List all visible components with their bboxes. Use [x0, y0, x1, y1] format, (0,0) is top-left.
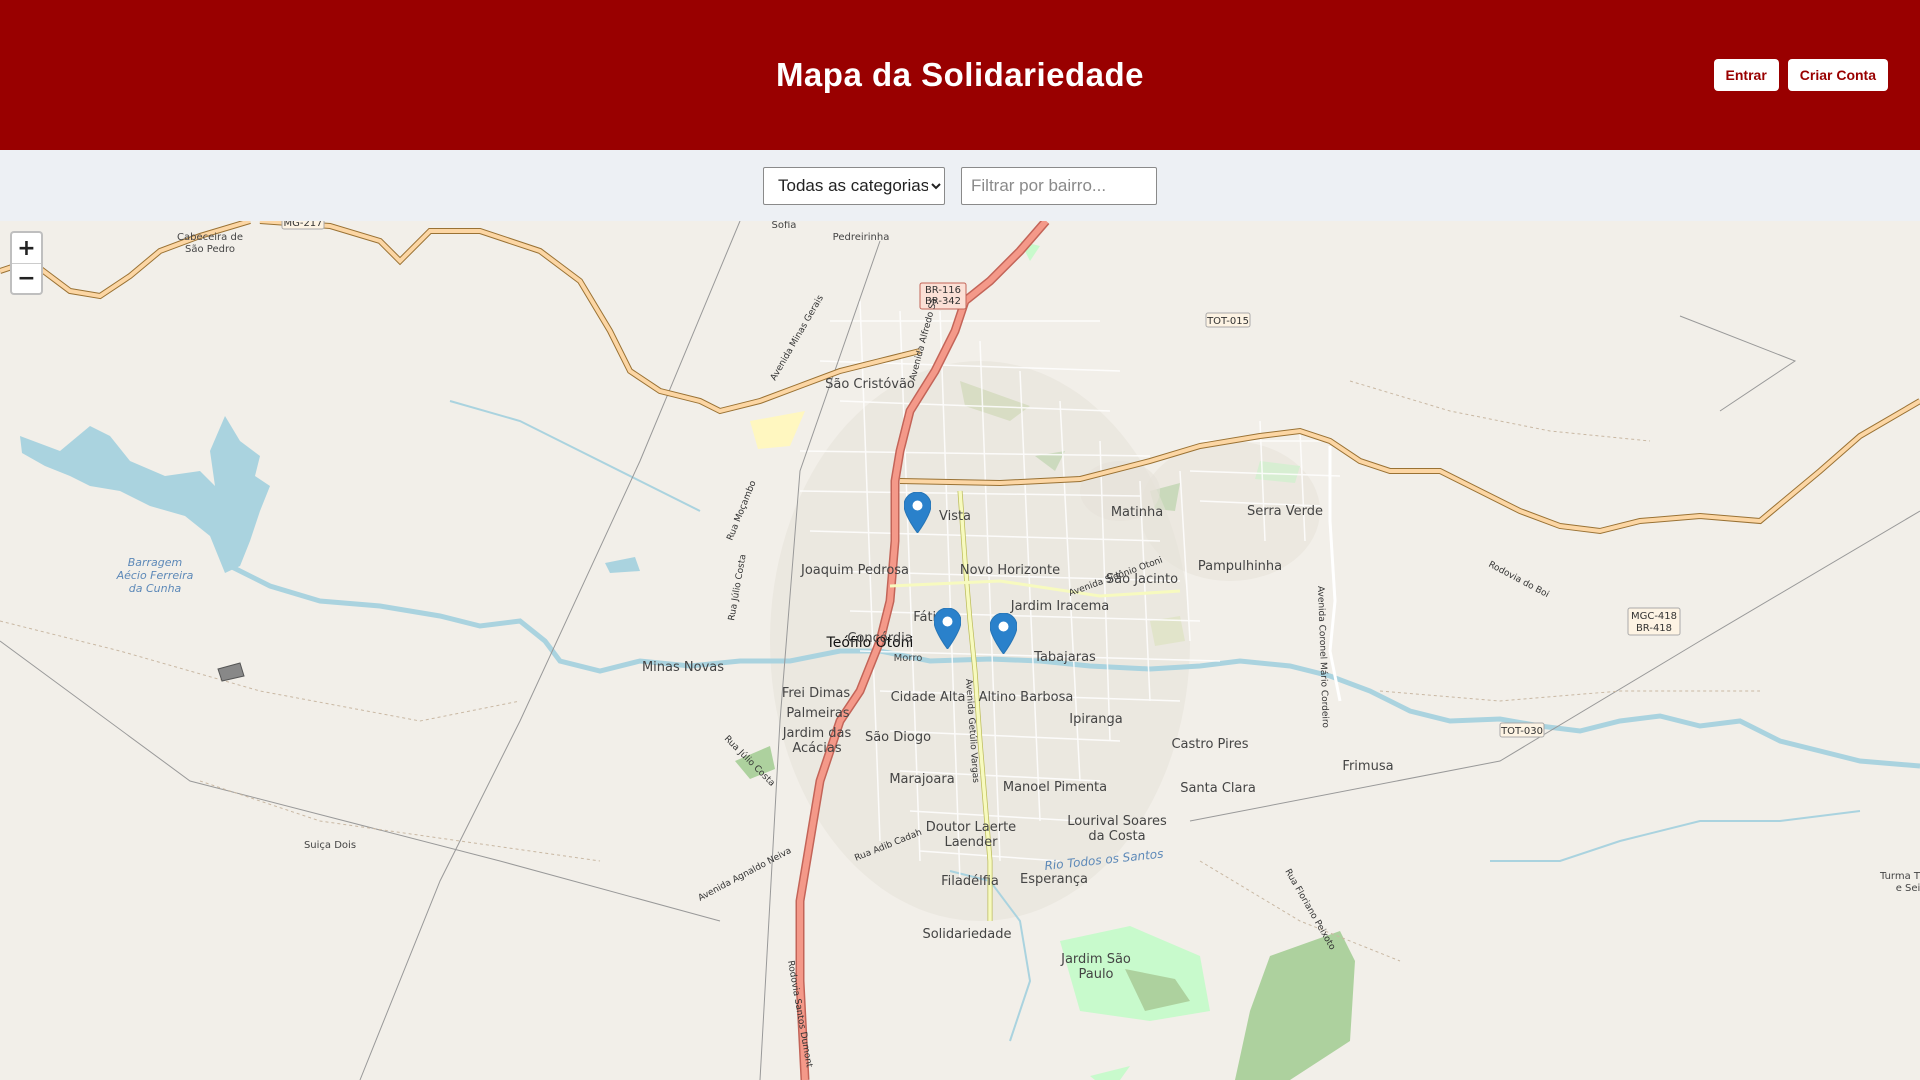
- label-pampulhinha: Pampulhinha: [1198, 559, 1282, 574]
- auth-buttons: Entrar Criar Conta: [1713, 59, 1888, 91]
- label-jardim-sao-paulo-1: Jardim São: [1060, 952, 1131, 967]
- shield-mgc418: MGC-418: [1631, 611, 1677, 622]
- label-pedreirinha: Pedreirinha: [833, 232, 890, 243]
- stream-3: [1490, 810, 1861, 862]
- label-rodovia-do-boi: Rodovia do Boi: [1487, 560, 1551, 600]
- label-cabeceira-2: São Pedro: [185, 244, 235, 255]
- label-minas-novas: Minas Novas: [642, 660, 724, 675]
- label-frimusa: Frimusa: [1342, 759, 1393, 774]
- label-sofia: Sofia: [772, 221, 797, 231]
- label-jardim-sao-paulo-2: Paulo: [1078, 967, 1113, 982]
- map-marker-3[interactable]: [990, 613, 1017, 654]
- shield-br418: BR-418: [1636, 623, 1672, 634]
- road-minas: [259, 221, 921, 414]
- label-av-agnaldo-neiva: Avenida Agnaldo Neiva: [697, 846, 794, 904]
- shield-tot030: TOT-030: [1500, 726, 1543, 737]
- login-button[interactable]: Entrar: [1713, 59, 1779, 91]
- map-marker-1[interactable]: [904, 492, 931, 533]
- label-jardim-iracema: Jardim Iracema: [1010, 599, 1110, 614]
- label-esperanca: Esperança: [1020, 872, 1088, 887]
- road-minas-casing: [259, 221, 921, 415]
- stream-2: [449, 400, 701, 512]
- label-jardim-das-acacias-2: Acácias: [792, 741, 842, 756]
- label-barragem-1: Barragem: [128, 556, 183, 569]
- label-vista: Vista: [939, 509, 971, 524]
- app-header: Mapa da Solidariedade Entrar Criar Conta: [0, 0, 1920, 150]
- label-jardim-das-acacias-1: Jardim das: [782, 726, 852, 741]
- label-novo-horizonte: Novo Horizonte: [960, 563, 1060, 578]
- label-santa-clara: Santa Clara: [1180, 781, 1256, 796]
- label-sao-jacinto: São Jacinto: [1106, 572, 1178, 587]
- label-concordia: Concórdia: [847, 631, 912, 646]
- label-av-minas-gerais: Avenida Minas Gerais: [769, 293, 826, 382]
- label-suica-dois: Suiça Dois: [304, 840, 356, 851]
- label-barragem-2: Aécio Ferreira: [116, 569, 194, 582]
- zoom-in-button[interactable]: +: [12, 233, 41, 263]
- forest-area: [1235, 931, 1355, 1080]
- label-joaquim-pedrosa: Joaquim Pedrosa: [800, 563, 909, 578]
- filter-bar: Todas as categorias: [0, 150, 1920, 221]
- label-solidariedade: Solidariedade: [922, 927, 1011, 942]
- label-matinha: Matinha: [1111, 505, 1163, 520]
- map-marker-2[interactable]: [934, 608, 961, 649]
- label-serra-verde: Serra Verde: [1247, 504, 1323, 519]
- label-filadelfia: Filadélfia: [941, 874, 999, 889]
- label-doutor-laerte-1: Doutor Laerte: [926, 820, 1016, 835]
- category-select[interactable]: Todas as categorias: [763, 166, 945, 205]
- label-rua-floriano-peixoto: Rua Floriano Peixoto: [1282, 868, 1337, 953]
- pond: [605, 557, 640, 573]
- label-manoel-pimenta: Manoel Pimenta: [1003, 780, 1107, 795]
- label-lourival-2: da Costa: [1088, 829, 1145, 844]
- shield-tot015: TOT-015: [1206, 316, 1249, 327]
- label-altino-barbosa: Altino Barbosa: [979, 690, 1074, 705]
- label-castro-pires: Castro Pires: [1171, 737, 1248, 752]
- label-lourival-1: Lourival Soares: [1067, 814, 1167, 829]
- label-rua-mocambo: Rua Moçambo: [726, 479, 759, 542]
- label-palmeiras: Palmeiras: [786, 706, 849, 721]
- park-area-3: [1090, 1066, 1130, 1080]
- shield-mg217: MG-217: [283, 221, 322, 229]
- label-cabeceira-1: Cabeceira de: [177, 232, 243, 243]
- lake: [20, 416, 270, 573]
- label-sao-diogo: São Diogo: [865, 730, 931, 745]
- dam-icon: [217, 662, 245, 682]
- label-av-cel-mario-cordeiro: Avenida Coronel Mário Cordeiro: [1315, 586, 1330, 729]
- map-tiles: BR-116 BR-342 MG-217 TOT-015 TOT-030 MGC…: [0, 221, 1920, 1080]
- road-mario-cordeiro: [1328, 446, 1342, 702]
- yellow-area: [750, 411, 805, 449]
- label-marajoara: Marajoara: [889, 772, 954, 787]
- label-barragem-3: da Cunha: [129, 582, 182, 595]
- label-cidade-alta: Cidade Alta: [891, 690, 966, 705]
- label-rua-julio-costa: Rua Júlio Costa: [727, 554, 749, 622]
- neighborhood-filter-input[interactable]: [961, 166, 1157, 205]
- label-turma-2: e Sei: [1896, 883, 1920, 894]
- map-view[interactable]: BR-116 BR-342 MG-217 TOT-015 TOT-030 MGC…: [0, 221, 1920, 1080]
- shield-br116: BR-116: [925, 285, 961, 296]
- label-ipiranga: Ipiranga: [1069, 712, 1122, 727]
- label-frei-dimas: Frei Dimas: [782, 686, 851, 701]
- label-turma-1: Turma T: [1879, 871, 1920, 882]
- label-sao-cristovao: São Cristóvão: [825, 377, 915, 392]
- page-title: Mapa da Solidariedade: [775, 56, 1145, 93]
- label-tabajaras: Tabajaras: [1033, 650, 1096, 665]
- signup-button[interactable]: Criar Conta: [1787, 59, 1888, 91]
- zoom-control: + −: [10, 231, 43, 295]
- label-doutor-laerte-2: Laender: [944, 835, 998, 850]
- zoom-out-button[interactable]: −: [12, 263, 41, 293]
- label-morro: Morro: [894, 653, 923, 664]
